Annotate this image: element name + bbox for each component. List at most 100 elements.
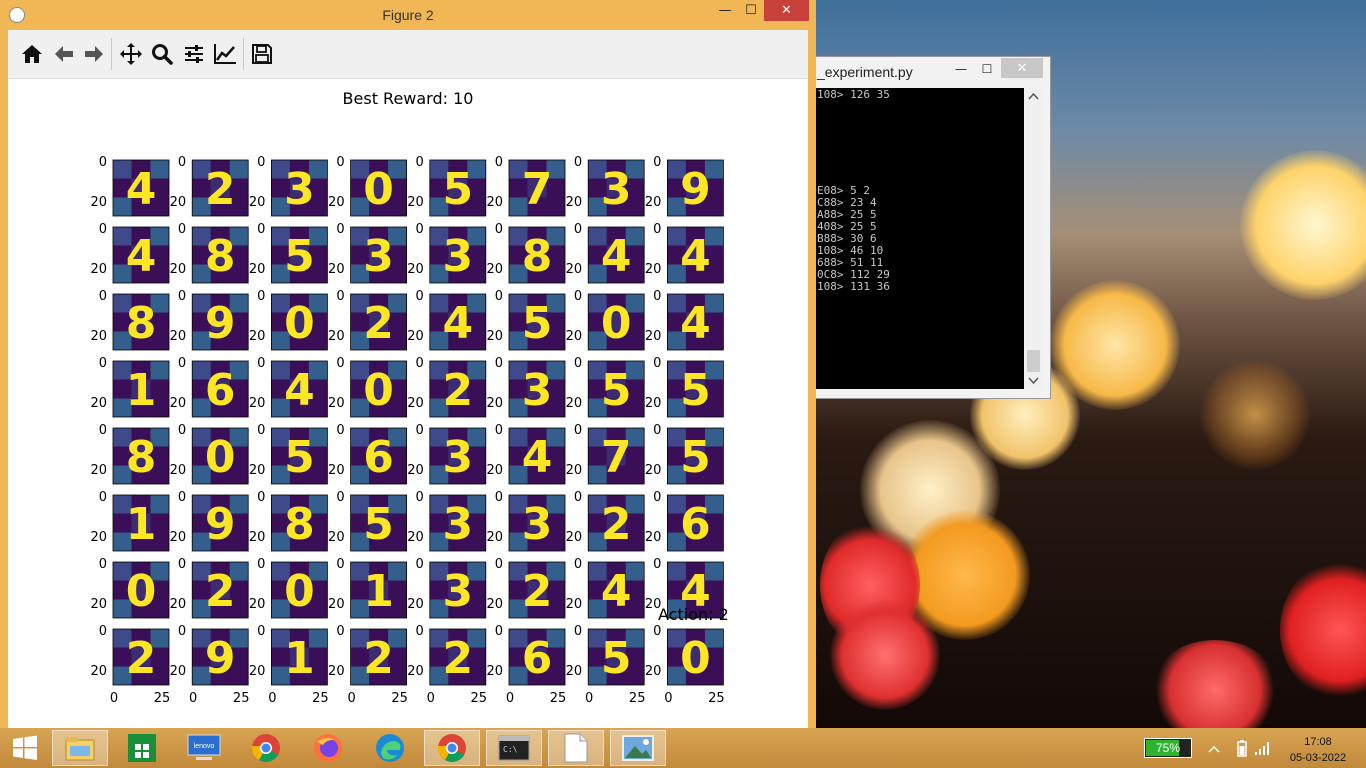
close-button[interactable]: ✕	[764, 0, 809, 21]
y-tick-label: 0	[178, 557, 186, 572]
digit-tile: 6 0 20	[170, 356, 249, 418]
lenovo-app-icon[interactable]: lenovo	[176, 730, 232, 766]
y-tick-label: 0	[257, 289, 265, 304]
y-tick-label: 20	[645, 262, 662, 277]
figure-canvas[interactable]: Best Reward: 10 4 0 20 2 0 20 3 0 20 0 0 20 5 0 20 7 0 20…	[8, 79, 808, 728]
y-tick-label: 0	[336, 356, 344, 371]
y-tick-label: 20	[407, 530, 424, 545]
console-window: _experiment.py — ☐ ✕ 108> 126 35 E08> 5 2…	[816, 56, 1051, 399]
y-tick-label: 20	[486, 463, 503, 478]
console-output[interactable]: 108> 126 35 E08> 5 2 C88> 23 4 A88> 25 5 408…	[816, 88, 1024, 389]
y-tick-label: 20	[249, 195, 266, 210]
digit-label: 2	[442, 365, 473, 416]
y-tick-label: 20	[90, 664, 107, 679]
digit-tile: 4 0 20	[90, 155, 170, 217]
y-tick-label: 20	[90, 463, 107, 478]
customize-icon[interactable]	[211, 40, 239, 68]
digit-tile: 4 0 20	[407, 289, 487, 351]
digit-label: 4	[442, 298, 473, 349]
notepad-icon[interactable]	[548, 730, 604, 766]
action-label: Action: 2	[658, 605, 729, 624]
file-explorer-icon[interactable]	[52, 730, 108, 766]
digit-tile: 1 0 20	[328, 557, 408, 619]
back-icon[interactable]	[50, 40, 78, 68]
console-maximize-button[interactable]: ☐	[974, 59, 1000, 79]
scroll-up-icon[interactable]	[1025, 90, 1042, 104]
console-scrollbar[interactable]	[1025, 88, 1042, 389]
digit-label: 1	[126, 499, 157, 550]
digit-tile: 3 0 20	[407, 557, 487, 619]
digit-label: 5	[601, 633, 632, 684]
y-tick-label: 0	[178, 356, 186, 371]
console-close-button[interactable]: ✕	[1001, 58, 1043, 78]
x-tick-label: 25	[233, 691, 250, 706]
digit-tile: 4 0 20	[566, 557, 645, 619]
digit-label: 3	[284, 164, 315, 215]
digit-tile: 3 0 20	[249, 155, 328, 217]
scroll-thumb[interactable]	[1027, 350, 1040, 372]
windows-start-icon[interactable]	[0, 730, 50, 766]
tray-expand-icon[interactable]	[1208, 744, 1220, 754]
y-tick-label: 20	[170, 329, 187, 344]
clock-time[interactable]: 17:08	[1290, 736, 1346, 748]
pan-icon[interactable]	[117, 40, 145, 68]
digit-tile: 3 0 20	[407, 222, 487, 284]
y-tick-label: 20	[407, 664, 424, 679]
signal-icon[interactable]	[1254, 740, 1272, 756]
y-tick-label: 0	[495, 356, 503, 371]
digit-label: 1	[126, 365, 157, 416]
y-tick-label: 20	[90, 530, 107, 545]
photos-icon[interactable]	[610, 730, 666, 766]
y-tick-label: 20	[328, 664, 345, 679]
y-tick-label: 20	[328, 597, 345, 612]
x-tick-label: 0	[664, 691, 672, 706]
y-tick-label: 0	[653, 490, 661, 505]
digit-label: 6	[205, 365, 236, 416]
digit-tile: 5 0 20	[566, 356, 645, 418]
zoom-icon[interactable]	[148, 40, 176, 68]
minimize-button[interactable]: —	[712, 0, 738, 21]
digit-tile: 90200 25	[170, 624, 250, 706]
forward-icon[interactable]	[80, 40, 108, 68]
chrome-icon[interactable]	[238, 730, 294, 766]
y-tick-label: 0	[178, 289, 186, 304]
digit-label: 0	[284, 298, 315, 349]
store-icon[interactable]	[114, 730, 170, 766]
digit-label: 6	[680, 499, 711, 550]
scroll-down-icon[interactable]	[1025, 373, 1042, 387]
y-tick-label: 0	[495, 289, 503, 304]
save-icon[interactable]	[248, 40, 276, 68]
edge-icon[interactable]	[362, 730, 418, 766]
y-tick-label: 0	[574, 624, 582, 639]
digit-label: 7	[522, 164, 553, 215]
home-icon[interactable]	[18, 40, 46, 68]
battery-indicator[interactable]: 75%	[1144, 738, 1192, 758]
clock-date[interactable]: 05-03-2022	[1282, 752, 1354, 764]
y-tick-label: 20	[170, 664, 187, 679]
firefox-icon[interactable]	[300, 730, 356, 766]
digit-label: 8	[126, 298, 157, 349]
digit-tile: 2020	[328, 289, 408, 351]
digit-tile: 5 0 20	[249, 222, 328, 284]
y-tick-label: 0	[178, 423, 186, 438]
cmd-icon[interactable]: C:\	[486, 730, 542, 766]
digit-label: 3	[363, 231, 394, 282]
chrome-2-icon[interactable]	[424, 730, 480, 766]
y-tick-label: 20	[566, 530, 583, 545]
digit-tile: 8 0 20	[486, 222, 566, 284]
console-minimize-button[interactable]: —	[948, 59, 974, 79]
digit-tile: 9 0 20	[645, 155, 724, 217]
figure-titlebar[interactable]: Figure 2 — ☐ ✕	[0, 0, 816, 30]
power-icon[interactable]	[1236, 739, 1248, 757]
svg-text:lenovo: lenovo	[194, 743, 215, 750]
digit-label: 0	[363, 164, 394, 215]
y-tick-label: 0	[495, 423, 503, 438]
y-tick-label: 20	[90, 396, 107, 411]
y-tick-label: 0	[416, 557, 424, 572]
digit-tile: 8 0 20	[170, 222, 249, 284]
console-line: 108> 131 36	[817, 280, 890, 293]
digit-label: 5	[363, 499, 394, 550]
subplots-icon[interactable]	[180, 40, 208, 68]
y-tick-label: 20	[328, 463, 345, 478]
maximize-button[interactable]: ☐	[738, 0, 764, 21]
